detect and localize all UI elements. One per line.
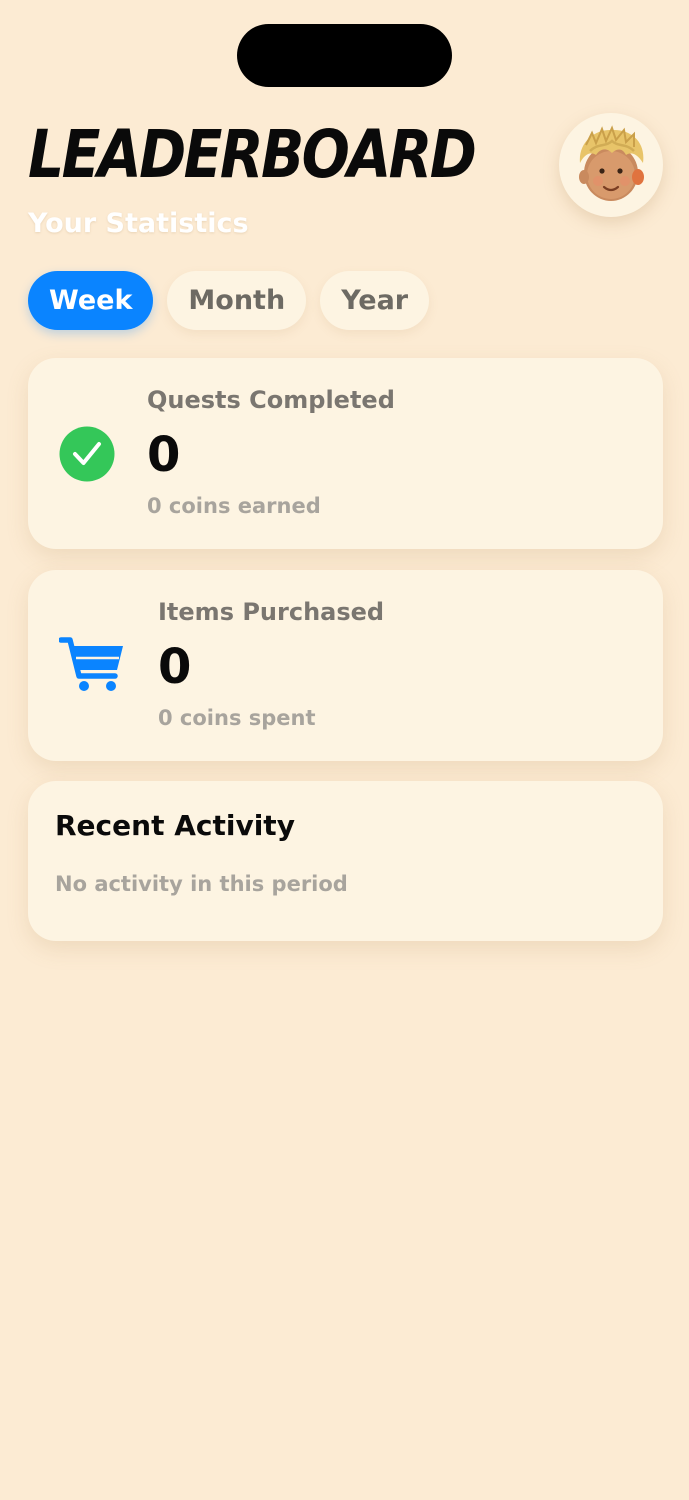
tab-week[interactable]: Week [28, 271, 154, 330]
items-purchased-card: Items Purchased 0 0 coins spent [28, 570, 663, 761]
page-title: LEADERBOARD [28, 116, 477, 193]
coins-earned-text: 0 coins earned [147, 494, 321, 518]
profile-avatar-button[interactable] [559, 113, 663, 217]
quests-completed-card: Quests Completed 0 0 coins earned [28, 358, 663, 549]
leaderboard-screen: LEADERBOARD Your Statistics Week Month Y… [0, 0, 689, 1500]
coins-spent-text: 0 coins spent [158, 706, 316, 730]
period-tabs: Week Month Year [28, 271, 430, 330]
checkmark-circle-icon [59, 426, 115, 482]
quests-completed-label: Quests Completed [147, 386, 395, 414]
cart-icon [59, 637, 123, 691]
recent-activity-empty-text: No activity in this period [55, 872, 348, 896]
recent-activity-card: Recent Activity No activity in this peri… [28, 781, 663, 941]
tab-month[interactable]: Month [167, 271, 307, 330]
page-subtitle: Your Statistics [28, 208, 249, 239]
tab-year[interactable]: Year [320, 271, 430, 330]
quests-completed-value: 0 [147, 427, 181, 483]
items-purchased-label: Items Purchased [158, 598, 385, 626]
recent-activity-title: Recent Activity [55, 809, 295, 842]
items-purchased-value: 0 [158, 639, 192, 695]
child-face-avatar-icon [579, 125, 644, 201]
dynamic-island [237, 24, 452, 87]
